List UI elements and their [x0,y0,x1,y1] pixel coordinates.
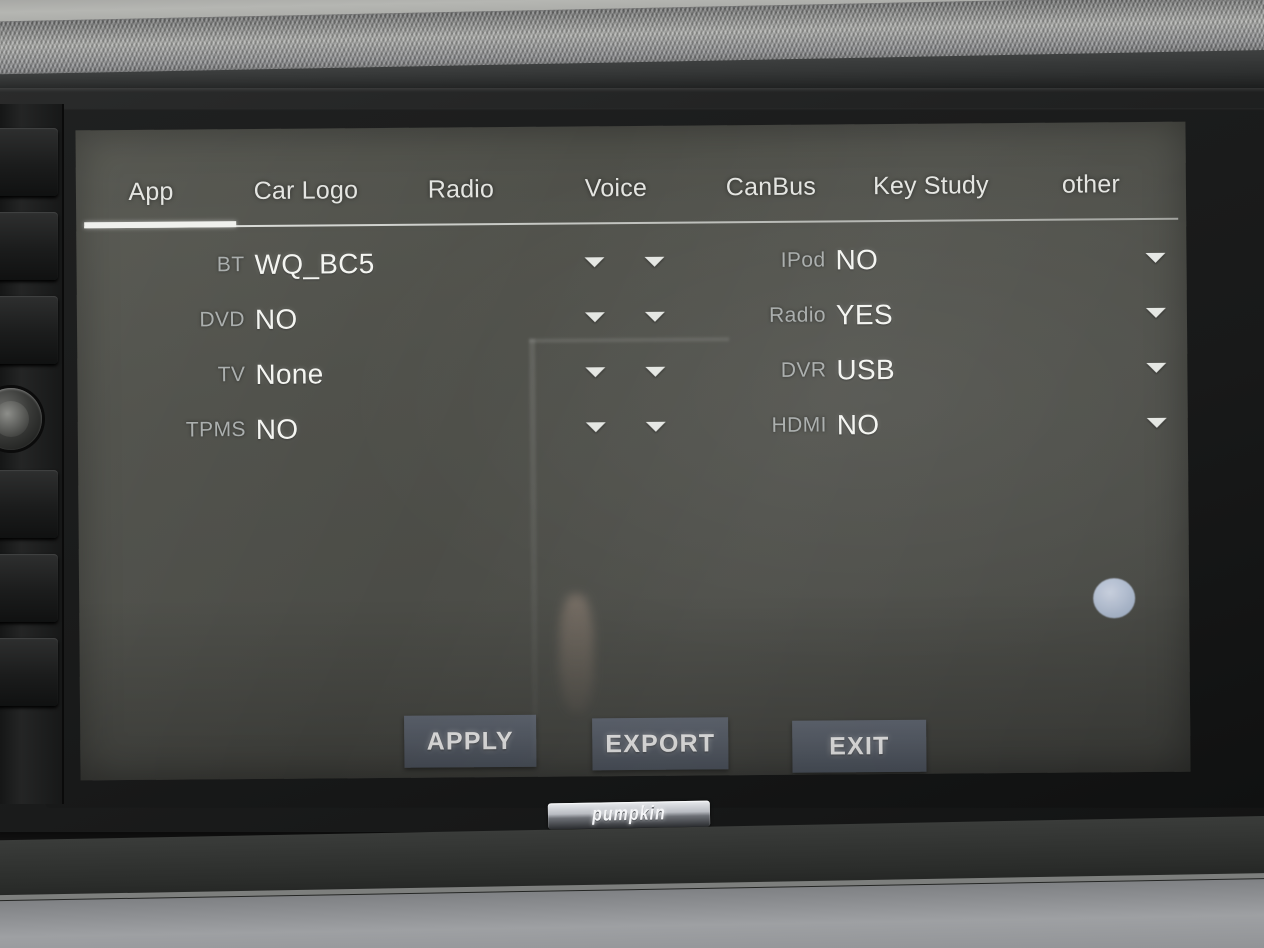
action-button-row: APPLY EXPORT EXIT [80,710,1190,781]
hardware-key-5[interactable] [0,554,58,622]
chevron-down-icon[interactable] [573,399,619,454]
brand-badge: pumpkin [547,800,711,830]
tab-key-study[interactable]: Key Study [846,171,1016,213]
chevron-down-icon[interactable] [572,344,618,399]
export-button[interactable]: EXPORT [592,717,729,771]
tab-canbus[interactable]: CanBus [696,172,846,214]
chevron-down-icon[interactable] [1133,285,1179,340]
setting-row-hdmi[interactable]: HDMI NO [633,395,1188,454]
head-unit-screen: App Car Logo Radio Voice CanBus Key Stud… [75,121,1191,781]
tab-voice[interactable]: Voice [536,173,696,215]
chevron-down-icon[interactable] [632,344,678,399]
hardware-key-4[interactable] [0,470,58,538]
setting-label-tv: TV [217,362,246,386]
exit-button[interactable]: EXIT [792,719,927,773]
chevron-down-icon[interactable] [633,399,679,454]
chevron-down-icon[interactable] [572,289,618,344]
setting-row-dvr[interactable]: DVR USB [632,340,1187,399]
setting-row-tpms[interactable]: TPMS NO [78,399,633,458]
brand-badge-label: pumpkin [591,803,666,826]
hardware-key-2[interactable] [0,212,58,280]
setting-label-dvr: DVR [780,357,827,382]
setting-row-tv[interactable]: TV None [77,344,632,403]
tab-other[interactable]: other [1016,170,1166,212]
chevron-down-icon[interactable] [1133,340,1179,395]
apply-button[interactable]: APPLY [404,714,537,768]
setting-row-radio[interactable]: Radio YES [632,285,1187,344]
settings-grid: BT WQ_BC5 DVD NO TV None TPMS NO IPod NO… [76,230,1188,469]
tab-app[interactable]: App [76,177,226,219]
setting-row-ipod[interactable]: IPod NO [631,230,1186,289]
hardware-key-1[interactable] [0,128,58,196]
setting-label-ipod: IPod [780,247,826,272]
setting-label-dvd: DVD [199,307,246,331]
screen-smudge [559,594,595,713]
settings-left-column: BT WQ_BC5 DVD NO TV None TPMS NO [76,234,633,468]
tab-car-logo[interactable]: Car Logo [226,176,386,218]
chevron-down-icon[interactable] [1134,395,1180,450]
chevron-down-icon[interactable] [632,289,678,344]
hardware-key-3[interactable] [0,296,58,364]
hardware-key-6[interactable] [0,638,58,706]
tab-radio[interactable]: Radio [386,175,536,217]
settings-right-column: IPod NO Radio YES DVR USB HDMI NO [631,230,1188,464]
setting-label-radio: Radio [768,302,827,327]
setting-row-bt[interactable]: BT WQ_BC5 [76,234,631,293]
chevron-down-icon[interactable] [631,234,677,289]
chevron-down-icon[interactable] [1132,230,1178,285]
setting-label-bt: BT [216,252,245,276]
setting-label-tpms: TPMS [185,417,246,442]
setting-label-hdmi: HDMI [771,412,827,437]
setting-row-dvd[interactable]: DVD NO [77,289,632,348]
chevron-down-icon[interactable] [571,234,617,289]
screen-light-spot [1093,578,1136,619]
active-tab-indicator-app [84,221,237,229]
dashboard-photo: App Car Logo Radio Voice CanBus Key Stud… [0,0,1264,948]
